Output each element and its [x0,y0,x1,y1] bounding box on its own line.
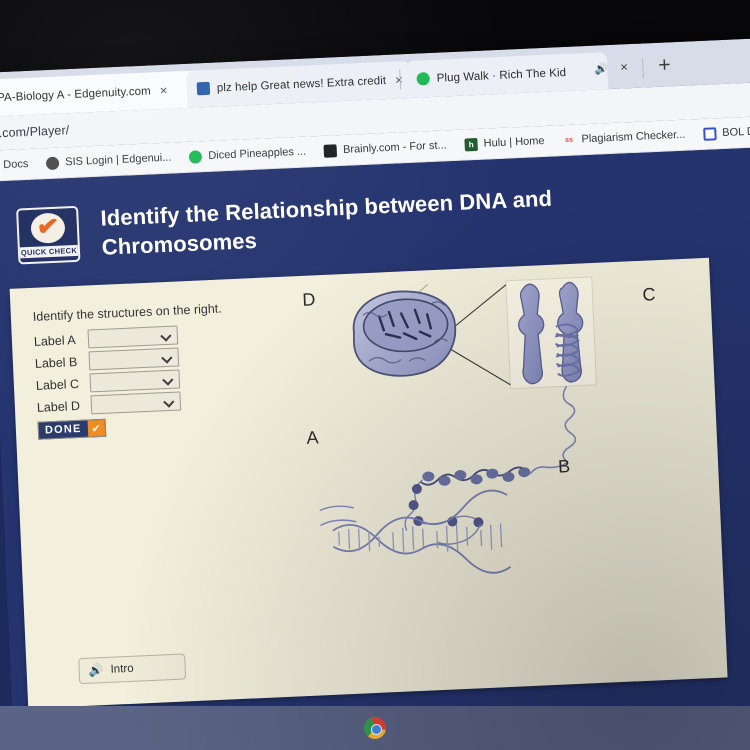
diagram-svg [313,276,597,574]
label-a-text: Label A [33,332,76,349]
leader-line [449,284,507,331]
bookmark-label: BOL Daily [722,124,750,140]
chrome-icon[interactable] [364,717,386,739]
label-row: Label A [34,325,179,350]
bookmark-item[interactable]: Brainly.com - For st... [315,138,456,158]
activity-card: Identify the structures on the right. La… [9,257,728,709]
speaker-icon: 🔊 [88,663,104,678]
bookmark-label: Diced Pineapples ... [208,145,307,162]
tab-title: plz help Great news! Extra credit [216,74,387,94]
bookmark-label: Hulu | Home [483,134,545,150]
tab-title: PA-Biology A - Edgenuity.com [0,84,152,104]
bookmark-label: SIS Login | Edgenui... [65,151,172,169]
bookmark-item[interactable]: ss Plagiarism Checker... [553,128,694,147]
beads-on-a-string [404,479,484,545]
tab-separator [641,58,644,79]
laptop-screen: PA-Biology A - Edgenuity.com × plz help … [0,37,750,750]
tab-close-icon[interactable]: × [159,83,167,98]
label-row: Label C [36,369,181,394]
callout-letter-b: B [557,456,571,477]
label-row: Label D [36,391,182,416]
new-tab-button[interactable]: + [658,53,671,77]
nucleosome-beads [422,467,531,486]
badge-check-glyph: ✔ [35,210,61,243]
label-b-select[interactable] [88,347,180,371]
done-label: DONE [44,422,82,437]
bookmark-favicon [46,156,60,170]
bookmark-item[interactable]: BOL Daily [694,124,750,141]
bookmark-label: e Docs [0,157,29,172]
intro-label: Intro [110,662,134,676]
dna-chromosome-diagram: D C A B [302,264,721,621]
label-d-text: Label D [36,398,81,415]
os-taskbar [0,706,750,750]
bookmark-favicon: h [464,137,478,152]
lesson-page: ✔ QUICK CHECK Identify the Relationship … [0,145,750,750]
bookmark-favicon [189,149,203,164]
bookmark-favicon [703,126,717,141]
label-d-select[interactable] [90,391,182,415]
bookmark-item[interactable]: h Hulu | Home [455,134,553,152]
label-b-text: Label B [34,354,78,371]
tab-title: Plug Walk · Rich The Kid [436,66,567,85]
quick-check-badge: ✔ QUICK CHECK [16,205,81,265]
bookmark-favicon [323,143,338,158]
label-c-select[interactable] [89,369,181,393]
chromosome-inset-frame [505,276,597,390]
url-text: nuity.com/Player/ [0,123,70,142]
tab-favicon [196,81,211,96]
done-check-icon: ✔ [87,419,105,437]
tab-close-icon[interactable]: × [620,59,628,74]
label-form: Label A Label B Label C Label D [34,325,182,419]
callout-letter-a: A [306,427,319,448]
label-c-text: Label C [35,376,80,393]
bookmark-item[interactable]: Diced Pineapples ... [180,145,315,164]
tab-audio-icon[interactable]: 🔊 [594,62,608,76]
checkmark-icon: ✔ [30,210,66,244]
leader-line [447,347,511,386]
tab-favicon [416,72,430,86]
photo-of-screen: PA-Biology A - Edgenuity.com × plz help … [0,0,750,750]
label-a-select[interactable] [87,325,179,349]
bookmark-item[interactable]: SIS Login | Edgenui... [37,151,181,170]
callout-letter-d: D [301,289,316,310]
done-button[interactable]: DONE ✔ [37,418,106,440]
question-prompt: Identify the structures on the right. [32,301,223,324]
bookmark-label: Plagiarism Checker... [581,128,686,146]
bookmark-label: Brainly.com - For st... [342,139,447,156]
label-row: Label B [35,347,180,372]
intro-button[interactable]: 🔊 Intro [78,653,187,685]
bookmark-item[interactable]: e Docs [0,157,38,173]
bookmark-favicon: ss [564,136,574,144]
callout-letter-c: C [642,284,656,305]
cell-illustration [352,290,457,377]
page-title: Identify the Relationship between DNA an… [99,185,553,260]
badge-label: QUICK CHECK [19,244,79,259]
